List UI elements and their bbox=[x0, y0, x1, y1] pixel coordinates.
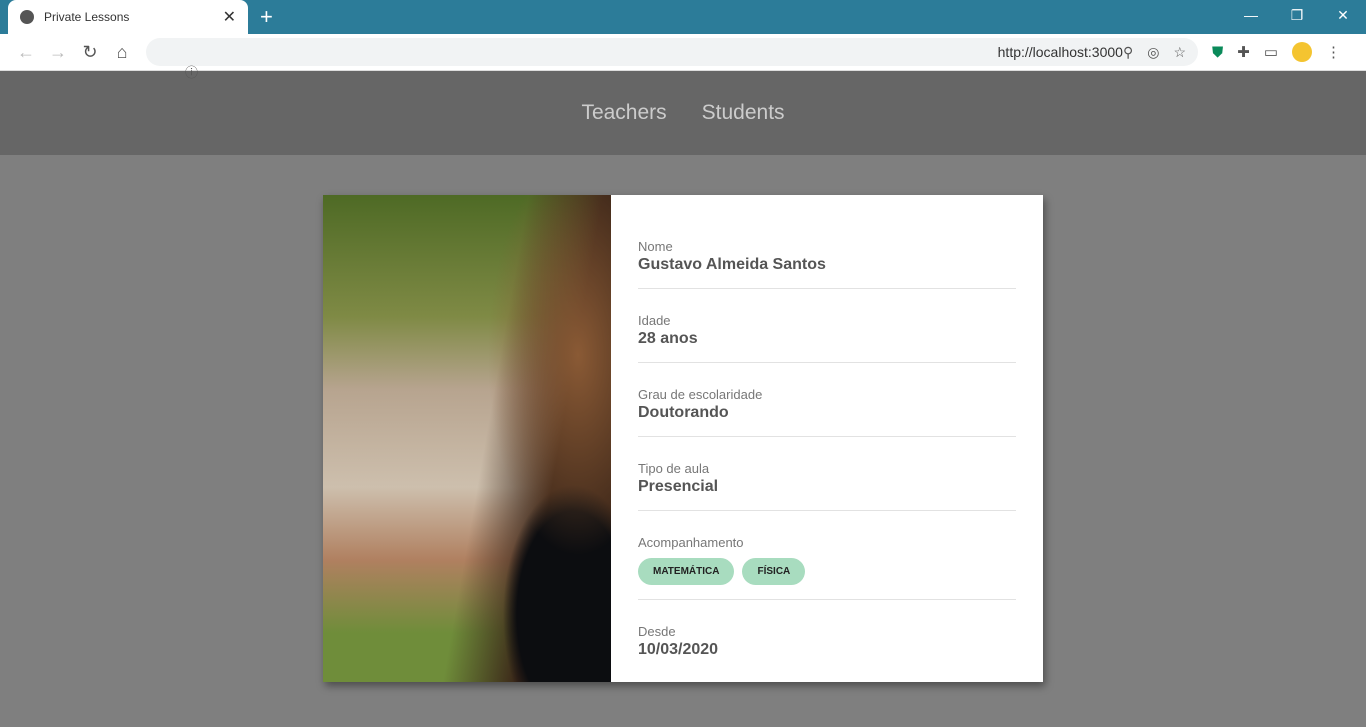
field-since: Desde 10/03/2020 bbox=[638, 600, 1016, 673]
browser-tab[interactable]: Private Lessons ✕ bbox=[8, 0, 248, 34]
home-icon[interactable]: ⌂ bbox=[106, 42, 138, 63]
field-label: Acompanhamento bbox=[638, 535, 744, 550]
field-value: Doutorando bbox=[638, 404, 729, 421]
forward-icon[interactable]: → bbox=[42, 42, 74, 63]
nav-students[interactable]: Students bbox=[702, 101, 785, 125]
field-label: Desde bbox=[638, 624, 676, 639]
url-text: http://localhost:3000 bbox=[997, 44, 1123, 60]
field-value: 28 anos bbox=[638, 330, 698, 347]
shield-icon[interactable]: ⛊ bbox=[1212, 44, 1223, 61]
site-header: Teachers Students bbox=[0, 71, 1366, 155]
field-name: Nome Gustavo Almeida Santos bbox=[638, 233, 1016, 289]
field-value: 10/03/2020 bbox=[638, 641, 719, 658]
back-icon[interactable]: ← bbox=[10, 42, 42, 63]
field-age: Idade 28 anos bbox=[638, 289, 1016, 363]
field-label: Tipo de aula bbox=[638, 461, 710, 476]
field-value: Gustavo Almeida Santos bbox=[638, 256, 826, 273]
nav-teachers[interactable]: Teachers bbox=[581, 101, 666, 125]
browser-tab-bar: Private Lessons ✕ + — ❐ ✕ bbox=[0, 0, 1366, 34]
field-label: Idade bbox=[638, 313, 671, 328]
eye-off-icon[interactable]: ◎ bbox=[1147, 44, 1159, 61]
field-class-type: Tipo de aula Presencial bbox=[638, 437, 1016, 511]
minimize-icon[interactable]: — bbox=[1228, 0, 1274, 30]
close-window-icon[interactable]: ✕ bbox=[1320, 0, 1366, 30]
puzzle-icon[interactable]: ✚ bbox=[1237, 43, 1250, 61]
field-subjects: Acompanhamento MATEMÁTICA FÍSICA bbox=[638, 511, 1016, 600]
field-label: Grau de escolaridade bbox=[638, 387, 763, 402]
new-tab-button[interactable]: + bbox=[260, 4, 273, 30]
browser-toolbar: ← → ↻ ⌂ ⓘ http://localhost:3000 ⚲ ◎ ☆ ⛊ ✚ … bbox=[0, 34, 1366, 80]
reload-icon[interactable]: ↻ bbox=[74, 42, 106, 63]
profile-photo bbox=[323, 195, 611, 682]
close-tab-icon[interactable]: ✕ bbox=[223, 7, 236, 27]
globe-icon bbox=[20, 10, 34, 24]
field-label: Nome bbox=[638, 239, 673, 254]
address-bar[interactable]: ⓘ http://localhost:3000 ⚲ ◎ ☆ bbox=[146, 38, 1198, 80]
zoom-icon[interactable]: ⚲ bbox=[1123, 44, 1133, 61]
restore-icon[interactable]: ❐ bbox=[1274, 0, 1320, 30]
subject-chip: MATEMÁTICA bbox=[638, 558, 735, 585]
tab-title: Private Lessons bbox=[44, 10, 130, 24]
subject-chip: FÍSICA bbox=[742, 558, 806, 585]
avatar[interactable] bbox=[1292, 42, 1313, 62]
cast-icon[interactable]: ▭ bbox=[1264, 43, 1278, 61]
field-education: Grau de escolaridade Doutorando bbox=[638, 363, 1016, 437]
field-value: Presencial bbox=[638, 478, 719, 495]
menu-icon[interactable]: ⋮ bbox=[1326, 43, 1341, 61]
profile-card: Nome Gustavo Almeida Santos Idade 28 anos … bbox=[323, 195, 1043, 682]
star-icon[interactable]: ☆ bbox=[1173, 44, 1186, 61]
